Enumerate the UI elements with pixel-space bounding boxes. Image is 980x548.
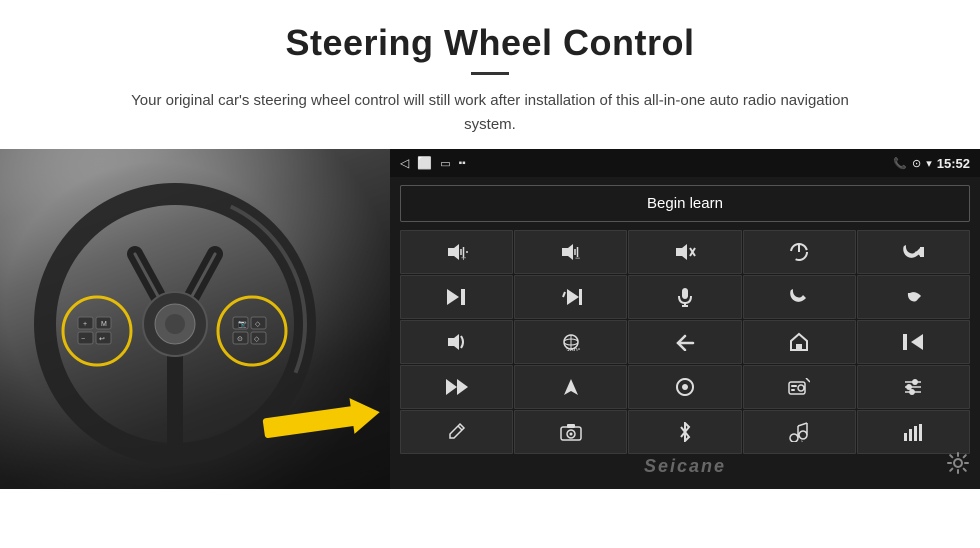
vol-down-button[interactable]: − (514, 230, 627, 274)
svg-text:📷: 📷 (238, 320, 247, 328)
next-track-button[interactable] (400, 275, 513, 319)
back-button[interactable] (628, 320, 741, 364)
seicane-watermark: Seicane (644, 456, 726, 477)
call-button[interactable] (743, 275, 856, 319)
signal-icon: ▪▪ (459, 158, 466, 169)
mic-button[interactable] (628, 275, 741, 319)
status-time: 15:52 (937, 156, 970, 171)
control-button-grid: + − (390, 228, 980, 456)
prev-prev-button[interactable] (857, 320, 970, 364)
status-left: ◁ ⬜ ▭ ▪▪ (400, 156, 466, 170)
svg-text:−: − (575, 253, 580, 261)
camera-button[interactable] (514, 410, 627, 454)
speaker-button[interactable] (400, 320, 513, 364)
source-button[interactable] (628, 365, 741, 409)
recent-nav-icon[interactable]: ▭ (440, 157, 450, 170)
360-camera-button[interactable]: 360° (514, 320, 627, 364)
svg-text:+: + (83, 321, 87, 328)
fast-fwd-button[interactable] (400, 365, 513, 409)
status-right: 📞 ⊙ ▾ 15:52 (893, 156, 970, 171)
phone-prev-button[interactable] (857, 230, 970, 274)
svg-text:↩: ↩ (99, 336, 105, 343)
svg-text:−: − (81, 336, 85, 343)
svg-text:360°: 360° (566, 347, 581, 351)
svg-text:M: M (101, 321, 107, 328)
vol-up-button[interactable]: + (400, 230, 513, 274)
edit-button[interactable] (400, 410, 513, 454)
svg-text:◇: ◇ (254, 336, 260, 343)
begin-learn-button[interactable]: Begin learn (400, 185, 970, 222)
android-screen: ◁ ⬜ ▭ ▪▪ 📞 ⊙ ▾ 15:52 Begin learn (390, 149, 980, 489)
wifi-icon: ▾ (926, 157, 932, 170)
page-title: Steering Wheel Control (60, 22, 920, 64)
hang-up-button[interactable] (857, 275, 970, 319)
home-nav-icon[interactable]: ⬜ (417, 156, 432, 170)
svg-text:+: + (461, 253, 466, 261)
phone-status-icon: 📞 (893, 157, 907, 170)
back-nav-icon[interactable]: ◁ (400, 156, 409, 170)
music-button[interactable]: ♪ (743, 410, 856, 454)
page-container: Steering Wheel Control Your original car… (0, 0, 980, 489)
title-divider (471, 72, 509, 75)
skip-button[interactable] (514, 275, 627, 319)
location-icon: ⊙ (912, 157, 921, 170)
svg-text:◇: ◇ (255, 321, 261, 328)
radio-button[interactable] (743, 365, 856, 409)
equalizer-button[interactable] (857, 365, 970, 409)
power-button[interactable] (743, 230, 856, 274)
status-bar: ◁ ⬜ ▭ ▪▪ 📞 ⊙ ▾ 15:52 (390, 149, 980, 177)
begin-learn-container: Begin learn (390, 177, 980, 228)
svg-text:⊙: ⊙ (237, 336, 243, 343)
mute-button[interactable] (628, 230, 741, 274)
home-button[interactable] (743, 320, 856, 364)
settings-icon[interactable] (946, 451, 970, 481)
subtitle-text: Your original car's steering wheel contr… (110, 89, 870, 137)
content-section: + M − ↩ 📷 ◇ ⊙ ◇ (0, 149, 980, 489)
bluetooth-button[interactable] (628, 410, 741, 454)
steering-wheel-panel: + M − ↩ 📷 ◇ ⊙ ◇ (0, 149, 390, 489)
yellow-arrow (263, 398, 380, 434)
header-section: Steering Wheel Control Your original car… (0, 0, 980, 149)
svg-text:♪: ♪ (800, 439, 804, 442)
volume-bar-button[interactable] (857, 410, 970, 454)
nav-button[interactable] (514, 365, 627, 409)
